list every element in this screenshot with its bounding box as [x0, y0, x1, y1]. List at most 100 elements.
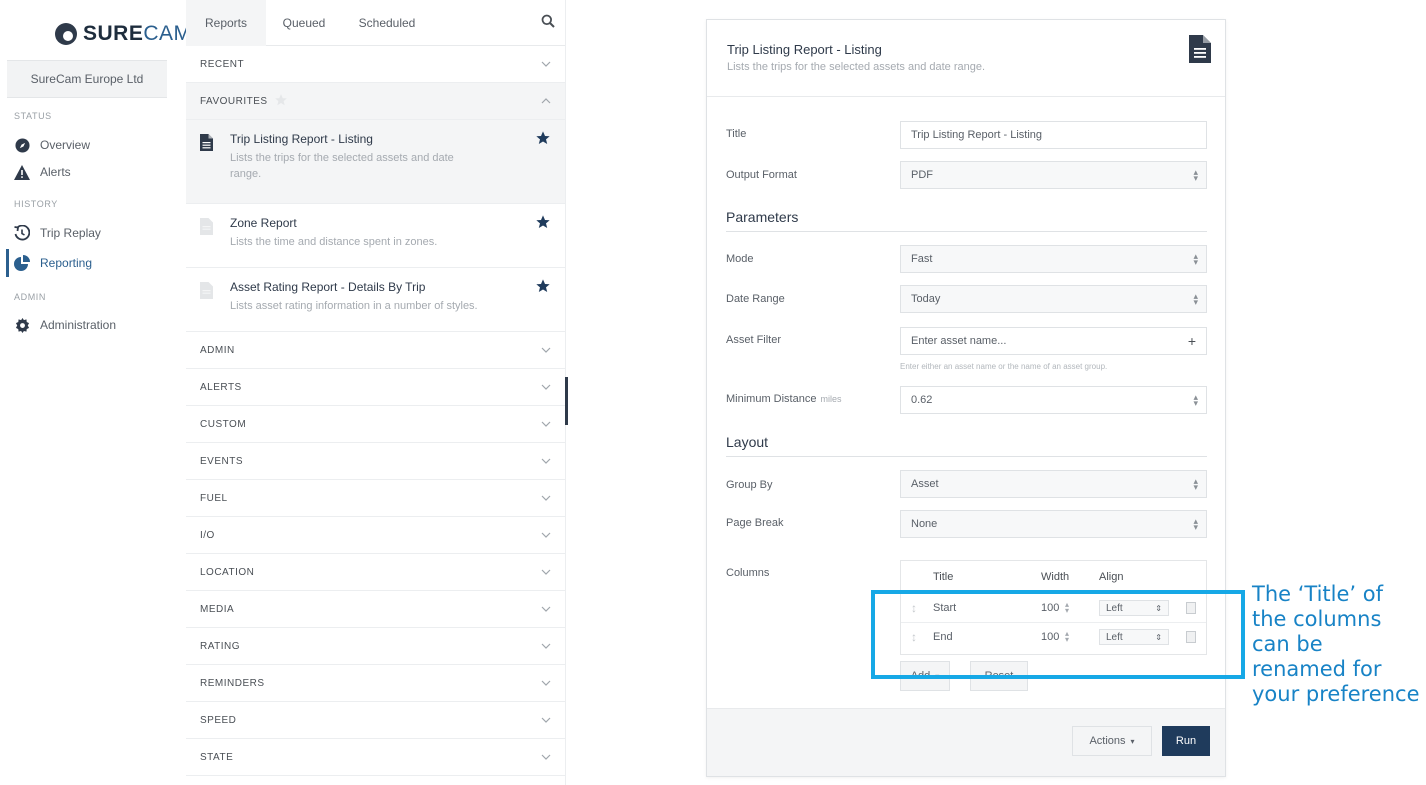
group-row-favourites[interactable]: FAVOURITES [186, 83, 565, 120]
mode-select[interactable]: Fast ▴ ▾ [900, 245, 1207, 273]
select-value: None [911, 518, 938, 530]
group-label: REMINDERS [200, 677, 265, 689]
group-row-reminders[interactable]: REMINDERS [186, 665, 565, 702]
chevron-down-icon [541, 382, 551, 392]
nav-item-reporting[interactable]: Reporting [14, 255, 92, 271]
minimum-distance-text: Minimum Distance [726, 393, 817, 405]
star-outline-icon [274, 93, 288, 110]
group-row-events[interactable]: EVENTS [186, 443, 565, 480]
section-heading-admin: ADMIN [14, 292, 46, 302]
surecam-logo[interactable]: SURECAM [55, 22, 192, 46]
group-row-custom[interactable]: CUSTOM [186, 406, 565, 443]
document-icon [200, 218, 214, 236]
group-label: EVENTS [200, 455, 244, 467]
stepper-arrows-icon[interactable]: ▴ ▾ [1193, 393, 1198, 408]
scrollbar-thumb[interactable] [565, 377, 568, 425]
report-description: Lists the time and distance spent in zon… [230, 236, 438, 248]
pie-chart-icon [14, 255, 30, 271]
side-navigation: SURECAM SureCam Europe Ltd STATUS Overvi… [0, 0, 191, 785]
page-break-select[interactable]: None ▴ ▾ [900, 510, 1207, 538]
chevron-down-icon [541, 493, 551, 503]
select-value: Fast [911, 253, 933, 265]
report-description-cont: range. [230, 168, 262, 180]
tab-queued[interactable]: Queued [266, 0, 342, 46]
tab-scheduled[interactable]: Scheduled [342, 0, 432, 46]
document-icon [200, 282, 214, 300]
report-group-list: ADMIN ALERTS CUSTOM EVENTS FUEL I/O LOCATION ME… [186, 332, 565, 776]
group-row-state[interactable]: STATE [186, 739, 565, 776]
group-row-speed[interactable]: SPEED [186, 702, 565, 739]
group-row-i-o[interactable]: I/O [186, 517, 565, 554]
group-row-recent[interactable]: RECENT [186, 46, 565, 83]
group-row-alerts[interactable]: ALERTS [186, 369, 565, 406]
nav-item-label: Alerts [40, 165, 71, 179]
asset-filter-label: Asset Filter [726, 334, 782, 346]
parameters-heading: Parameters [726, 209, 1207, 232]
nav-item-administration[interactable]: Administration [14, 317, 116, 333]
chevron-down-icon [541, 715, 551, 725]
select-arrows-icon: ▴ ▾ [1193, 516, 1198, 532]
chevron-down-icon [541, 456, 551, 466]
add-asset-icon[interactable]: + [1188, 333, 1196, 349]
card-footer: Actions ▾ Run [707, 708, 1225, 776]
report-title: Trip Listing Report - Listing [727, 42, 882, 57]
nav-item-alerts[interactable]: Alerts [14, 164, 71, 180]
output-format-label: Output Format [726, 169, 797, 181]
organisation-name[interactable]: SureCam Europe Ltd [7, 60, 167, 98]
history-icon [14, 225, 30, 241]
group-row-location[interactable]: LOCATION [186, 554, 565, 591]
select-value: Today [911, 293, 941, 305]
favourite-report-asset-rating[interactable]: Asset Rating Report - Details By Trip Li… [186, 268, 565, 332]
date-range-select[interactable]: Today ▴ ▾ [900, 285, 1207, 313]
gear-icon [14, 317, 30, 333]
group-row-fuel[interactable]: FUEL [186, 480, 565, 517]
reports-tabs: Reports Queued Scheduled [186, 0, 565, 46]
nav-item-label: Reporting [40, 256, 93, 270]
group-row-media[interactable]: MEDIA [186, 591, 565, 628]
asset-filter-input[interactable]: Enter asset name... + [900, 327, 1207, 355]
columns-table-header: Title Width Align [901, 561, 1206, 593]
active-indicator [6, 249, 9, 277]
title-label: Title [726, 128, 747, 140]
chevron-down-icon [541, 604, 551, 614]
group-label: STATE [200, 751, 234, 763]
search-icon[interactable] [541, 14, 557, 30]
minimum-distance-label: Minimum Distance miles [726, 393, 841, 405]
group-label: CUSTOM [200, 418, 247, 430]
report-title: Zone Report [230, 216, 297, 230]
actions-button[interactable]: Actions ▾ [1072, 726, 1152, 756]
title-input[interactable]: Trip Listing Report - Listing [900, 121, 1207, 149]
compass-icon [14, 137, 30, 153]
group-by-select[interactable]: Asset ▴ ▾ [900, 470, 1207, 498]
minimum-distance-stepper[interactable]: 0.62 ▴ ▾ [900, 386, 1207, 414]
star-filled-icon[interactable] [535, 130, 551, 151]
favourite-report-zone[interactable]: Zone Report Lists the time and distance … [186, 204, 565, 268]
chevron-down-icon [541, 419, 551, 429]
tab-reports[interactable]: Reports [186, 0, 266, 46]
button-label: Actions [1089, 735, 1126, 747]
date-range-label: Date Range [726, 293, 785, 305]
chevron-down-icon [541, 641, 551, 651]
star-filled-icon[interactable] [535, 214, 551, 235]
nav-item-label: Overview [40, 138, 91, 152]
select-arrows-icon: ▴ ▾ [1193, 251, 1198, 267]
group-row-rating[interactable]: RATING [186, 628, 565, 665]
group-by-label: Group By [726, 479, 773, 491]
logo-text-light: CAM [143, 22, 192, 45]
star-filled-icon[interactable] [535, 278, 551, 299]
group-label: MEDIA [200, 603, 235, 615]
run-button[interactable]: Run [1162, 726, 1210, 756]
input-value: 0.62 [911, 394, 933, 406]
output-format-select[interactable]: PDF ▴ ▾ [900, 161, 1207, 189]
logo-mark-icon [55, 23, 77, 45]
nav-item-trip-replay[interactable]: Trip Replay [14, 225, 101, 241]
favourite-report-trip-listing[interactable]: Trip Listing Report - Listing Lists the … [186, 120, 565, 204]
minimum-distance-unit: miles [820, 394, 842, 404]
group-label: LOCATION [200, 566, 255, 578]
annotation-callout: The ‘Title’ of the columns can be rename… [1252, 582, 1420, 706]
asset-filter-hint: Enter either an asset name or the name o… [900, 362, 1108, 371]
group-row-admin[interactable]: ADMIN [186, 332, 565, 369]
select-arrows-icon: ▴ ▾ [1193, 476, 1198, 492]
chevron-down-icon [541, 530, 551, 540]
nav-item-overview[interactable]: Overview [14, 137, 90, 153]
